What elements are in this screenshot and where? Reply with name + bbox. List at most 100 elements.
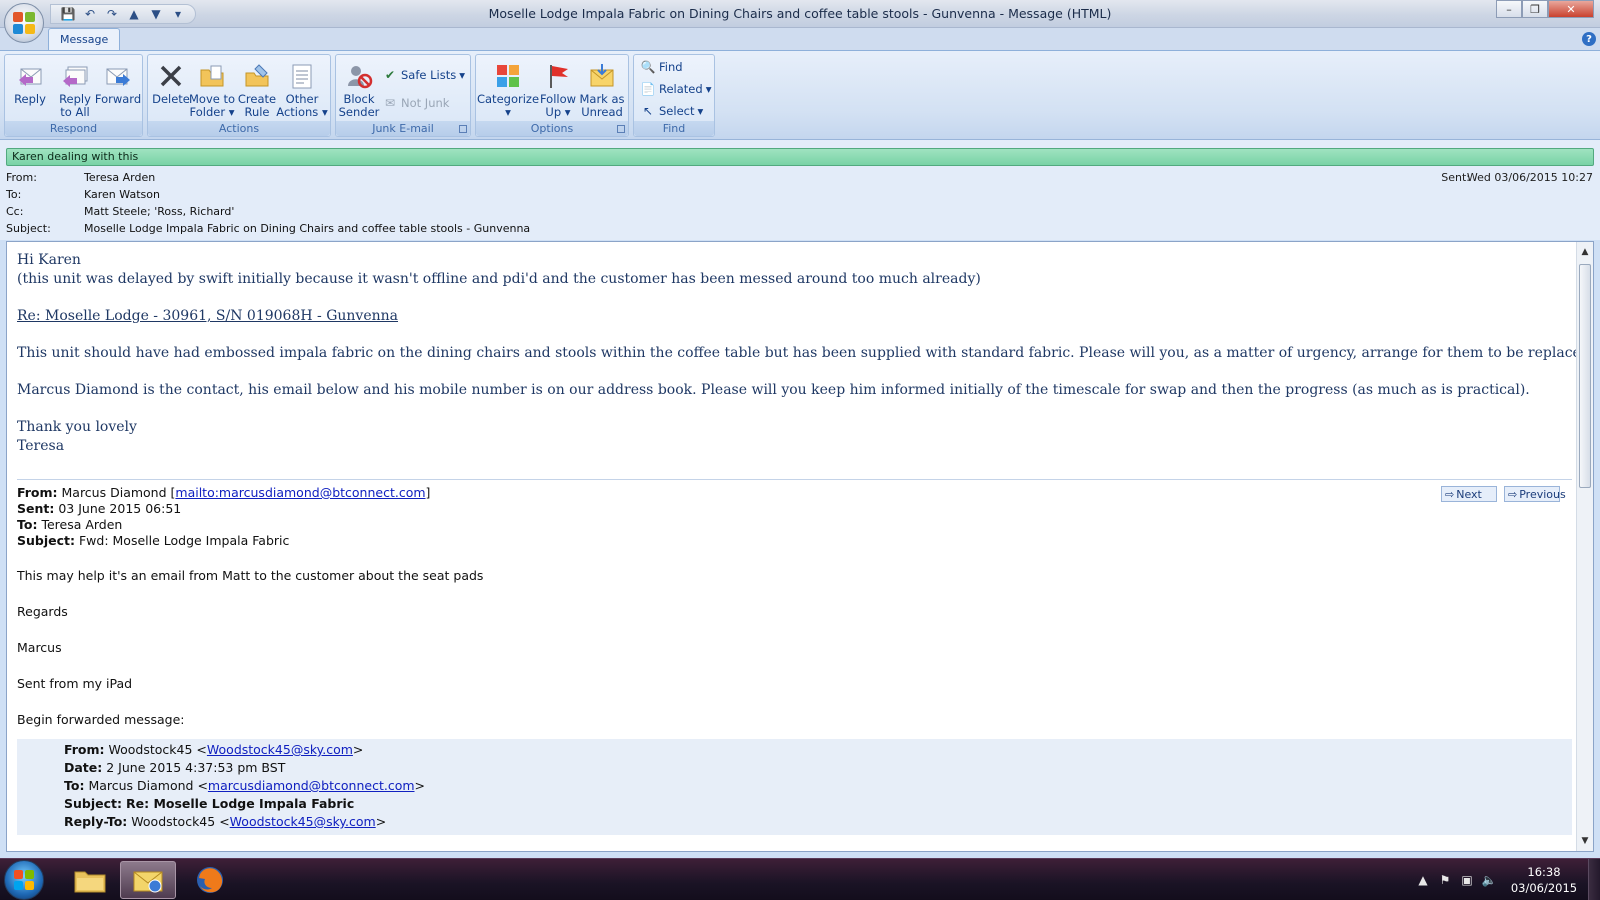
fwd-to-link[interactable]: marcusdiamond@btconnect.com bbox=[208, 778, 415, 793]
related-button[interactable]: 📄 Related ▾ bbox=[640, 79, 712, 99]
message-header: Karen dealing with this From: Teresa Ard… bbox=[0, 140, 1600, 240]
find-button[interactable]: 🔍 Find bbox=[640, 57, 683, 77]
quoted-sent: Sent: 03 June 2015 06:51 bbox=[17, 501, 182, 516]
other-actions-button[interactable]: Other Actions ▾ bbox=[276, 57, 328, 121]
select-button[interactable]: ↖ Select ▾ bbox=[640, 101, 703, 121]
other-actions-icon bbox=[286, 60, 318, 92]
quoted-line-1: This may help it's an email from Matt to… bbox=[17, 568, 484, 583]
find-label: Find bbox=[659, 60, 683, 74]
delete-icon bbox=[155, 60, 187, 92]
clock-date: 03/06/2015 bbox=[1510, 881, 1578, 895]
show-desktop-button[interactable] bbox=[1588, 859, 1600, 900]
quoted-line-2: Regards bbox=[17, 604, 68, 619]
start-button[interactable] bbox=[4, 860, 44, 900]
next-arrow-icon: ⇨ bbox=[1445, 487, 1455, 501]
cursor-icon: ↖ bbox=[642, 104, 654, 118]
vertical-scrollbar[interactable]: ▲ ▼ bbox=[1576, 242, 1593, 851]
fwd-reply-to-link[interactable]: Woodstock45@sky.com bbox=[230, 814, 376, 829]
category-bar[interactable]: Karen dealing with this bbox=[6, 148, 1594, 166]
create-rule-label: Create Rule bbox=[237, 92, 277, 119]
cc-label: Cc: bbox=[6, 205, 24, 218]
body-thanks: Thank you lovely bbox=[17, 419, 137, 435]
window-title: Moselle Lodge Impala Fabric on Dining Ch… bbox=[488, 6, 1112, 21]
forward-icon bbox=[102, 60, 134, 92]
fwd-date: Date: 2 June 2015 4:37:53 pm BST bbox=[64, 760, 286, 775]
safe-lists-label: Safe Lists bbox=[401, 68, 457, 82]
action-center-flag-icon[interactable]: ⚑ bbox=[1434, 873, 1456, 887]
fwd-subject: Subject: Re: Moselle Lodge Impala Fabric bbox=[64, 796, 355, 811]
taskbar-explorer[interactable] bbox=[62, 861, 118, 899]
previous-arrow-icon: ⇨ bbox=[1508, 487, 1518, 501]
body-paragraph-1: This unit should have had embossed impal… bbox=[17, 345, 1594, 361]
body-signature: Teresa bbox=[17, 438, 65, 454]
create-rule-button[interactable]: Create Rule bbox=[235, 57, 279, 121]
group-actions: Delete Move to Folder ▾ Create Rule Other A… bbox=[147, 54, 331, 137]
clock[interactable]: 16:38 03/06/2015 bbox=[1500, 864, 1588, 896]
previous-button[interactable]: ⇨ Previous bbox=[1504, 486, 1566, 502]
windows-logo-icon bbox=[14, 870, 34, 890]
scroll-up-icon[interactable]: ▲ bbox=[1577, 244, 1593, 260]
reply-button[interactable]: Reply bbox=[8, 57, 52, 121]
reply-all-button[interactable]: Reply to All bbox=[53, 57, 97, 121]
group-junk-email: Block Sender ✔ Safe Lists ▾ ✉ Not Junk Jun… bbox=[335, 54, 471, 137]
block-sender-label: Block Sender bbox=[338, 92, 380, 119]
close-button[interactable]: ✕ bbox=[1548, 0, 1594, 18]
group-find-label: Find bbox=[634, 121, 714, 136]
taskbar-firefox[interactable] bbox=[182, 861, 238, 899]
follow-up-button[interactable]: Follow Up ▾ bbox=[536, 57, 580, 121]
related-icon: 📄 bbox=[640, 82, 656, 96]
block-sender-button[interactable]: Block Sender bbox=[337, 57, 381, 121]
next-button[interactable]: ⇨ Next bbox=[1441, 486, 1497, 502]
taskbar: ▲ ⚑ ▣ 🔈 16:38 03/06/2015 bbox=[0, 858, 1600, 900]
reply-all-icon bbox=[59, 60, 91, 92]
categorize-button[interactable]: Categorize ▾ bbox=[477, 57, 539, 121]
reply-all-label: Reply to All bbox=[59, 92, 91, 119]
subject-label: Subject: bbox=[6, 222, 51, 235]
restore-button[interactable]: ❐ bbox=[1522, 0, 1548, 18]
options-dialog-launcher-icon[interactable] bbox=[617, 125, 625, 133]
forward-button[interactable]: Forward bbox=[95, 57, 141, 121]
office-button[interactable] bbox=[4, 3, 44, 43]
to-value[interactable]: Karen Watson bbox=[84, 188, 160, 201]
group-respond-label: Respond bbox=[5, 121, 142, 136]
from-value[interactable]: Teresa Arden bbox=[84, 171, 155, 184]
cc-value[interactable]: Matt Steele; 'Ross, Richard' bbox=[84, 205, 234, 218]
title-bar: 💾 ↶ ↷ ▲ ▼ ▾ Moselle Lodge Impala Fabric … bbox=[0, 0, 1600, 28]
delete-button[interactable]: Delete bbox=[149, 57, 193, 121]
not-junk-button[interactable]: ✉ Not Junk bbox=[382, 93, 449, 113]
quoted-from-link[interactable]: mailto:marcusdiamond@btconnect.com bbox=[175, 485, 425, 500]
taskbar-outlook[interactable] bbox=[120, 861, 176, 899]
move-to-folder-button[interactable]: Move to Folder ▾ bbox=[189, 57, 235, 121]
safe-lists-button[interactable]: ✔ Safe Lists ▾ bbox=[382, 65, 465, 85]
volume-icon[interactable]: 🔈 bbox=[1478, 873, 1500, 887]
scrollbar-thumb[interactable] bbox=[1579, 264, 1591, 488]
folder-icon bbox=[74, 871, 106, 893]
junk-dialog-launcher-icon[interactable] bbox=[459, 125, 467, 133]
fwd-to: To: Marcus Diamond <marcusdiamond@btconn… bbox=[64, 778, 425, 793]
mark-as-unread-button[interactable]: Mark as Unread bbox=[579, 57, 625, 121]
network-icon[interactable]: ▣ bbox=[1456, 873, 1478, 887]
firefox-icon bbox=[197, 867, 223, 893]
sent-label: Sent: bbox=[1441, 171, 1470, 184]
block-sender-icon bbox=[343, 60, 375, 92]
group-options-label: Options bbox=[476, 121, 628, 136]
fwd-from-link[interactable]: Woodstock45@sky.com bbox=[207, 742, 353, 757]
outlook-icon bbox=[133, 871, 163, 893]
quoted-line-3: Marcus bbox=[17, 640, 62, 655]
related-label: Related bbox=[659, 82, 703, 96]
tab-message[interactable]: Message bbox=[48, 28, 121, 50]
help-icon[interactable]: ? bbox=[1582, 32, 1596, 46]
minimize-button[interactable]: – bbox=[1496, 0, 1522, 18]
subject-value: Moselle Lodge Impala Fabric on Dining Ch… bbox=[84, 222, 531, 235]
scroll-down-icon[interactable]: ▼ bbox=[1577, 833, 1593, 849]
body-re-line: Re: Moselle Lodge - 30961, S/N 019068H -… bbox=[17, 308, 399, 324]
not-junk-icon: ✉ bbox=[384, 96, 396, 110]
binoculars-icon: 🔍 bbox=[640, 60, 656, 74]
window-controls: – ❐ ✕ bbox=[1496, 0, 1594, 18]
from-label: From: bbox=[6, 171, 37, 184]
quoted-message: From: Marcus Diamond [mailto:marcusdiamo… bbox=[17, 479, 1572, 851]
message-body[interactable]: Hi Karen (this unit was delayed by swift… bbox=[6, 241, 1594, 852]
quoted-to: To: Teresa Arden bbox=[17, 517, 123, 532]
show-hidden-icons-icon[interactable]: ▲ bbox=[1412, 873, 1434, 887]
quoted-line-5: Begin forwarded message: bbox=[17, 712, 185, 727]
